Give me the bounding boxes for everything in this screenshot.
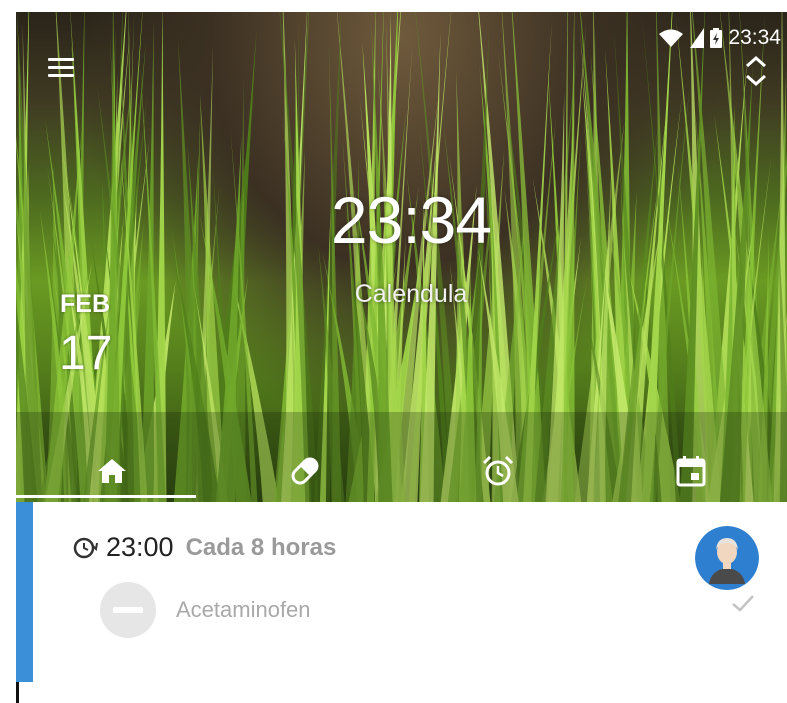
recurring-clock-icon xyxy=(73,537,98,558)
menu-button[interactable] xyxy=(46,54,80,84)
alarm-icon xyxy=(482,455,513,486)
left-edge-marker xyxy=(16,682,19,703)
status-bar: 23:34 xyxy=(658,26,781,50)
schedule-time-row: 23:00 Cada 8 horas xyxy=(72,532,336,563)
pill-icon xyxy=(291,457,319,485)
signal-icon xyxy=(690,28,705,48)
battery-icon xyxy=(710,28,723,48)
date-month: FEB xyxy=(60,290,110,318)
grass-image xyxy=(16,12,787,502)
schedule-frequency: Cada 8 horas xyxy=(185,533,337,561)
menu-icon-line xyxy=(48,66,74,69)
menu-icon xyxy=(48,58,74,61)
tab-home[interactable] xyxy=(16,440,209,502)
tab-medicines[interactable] xyxy=(209,440,402,502)
collapse-toggle-icon[interactable] xyxy=(741,50,771,90)
home-icon xyxy=(98,459,127,483)
tab-routines[interactable] xyxy=(402,440,595,502)
medicine-icon xyxy=(100,582,156,638)
clock: 23:34 xyxy=(330,183,492,257)
menu-icon-line xyxy=(48,74,74,77)
medicine-row: Acetaminofen xyxy=(100,582,311,638)
status-time: 23:34 xyxy=(728,26,781,49)
tab-indicator xyxy=(0,495,196,498)
tab-bar xyxy=(16,440,787,502)
app: 23:34 23:34 Calendula FEB 17 23:00 Cada … xyxy=(0,0,787,703)
schedule-accent-bar xyxy=(16,502,33,682)
schedule-item[interactable]: 23:00 Cada 8 horas Acetaminofen xyxy=(16,502,787,682)
header-background: 23:34 23:34 Calendula FEB 17 xyxy=(16,12,787,502)
date-day: 17 xyxy=(59,327,113,380)
schedule-time: 23:00 xyxy=(106,532,174,562)
wifi-icon xyxy=(659,29,684,47)
taken-check-icon[interactable] xyxy=(730,592,756,614)
tab-calendar[interactable] xyxy=(594,440,787,502)
medicine-name: Acetaminofen xyxy=(176,597,311,622)
calendar-icon xyxy=(676,456,706,487)
app-title: Calendula xyxy=(354,280,468,308)
patient-avatar[interactable] xyxy=(695,526,759,590)
